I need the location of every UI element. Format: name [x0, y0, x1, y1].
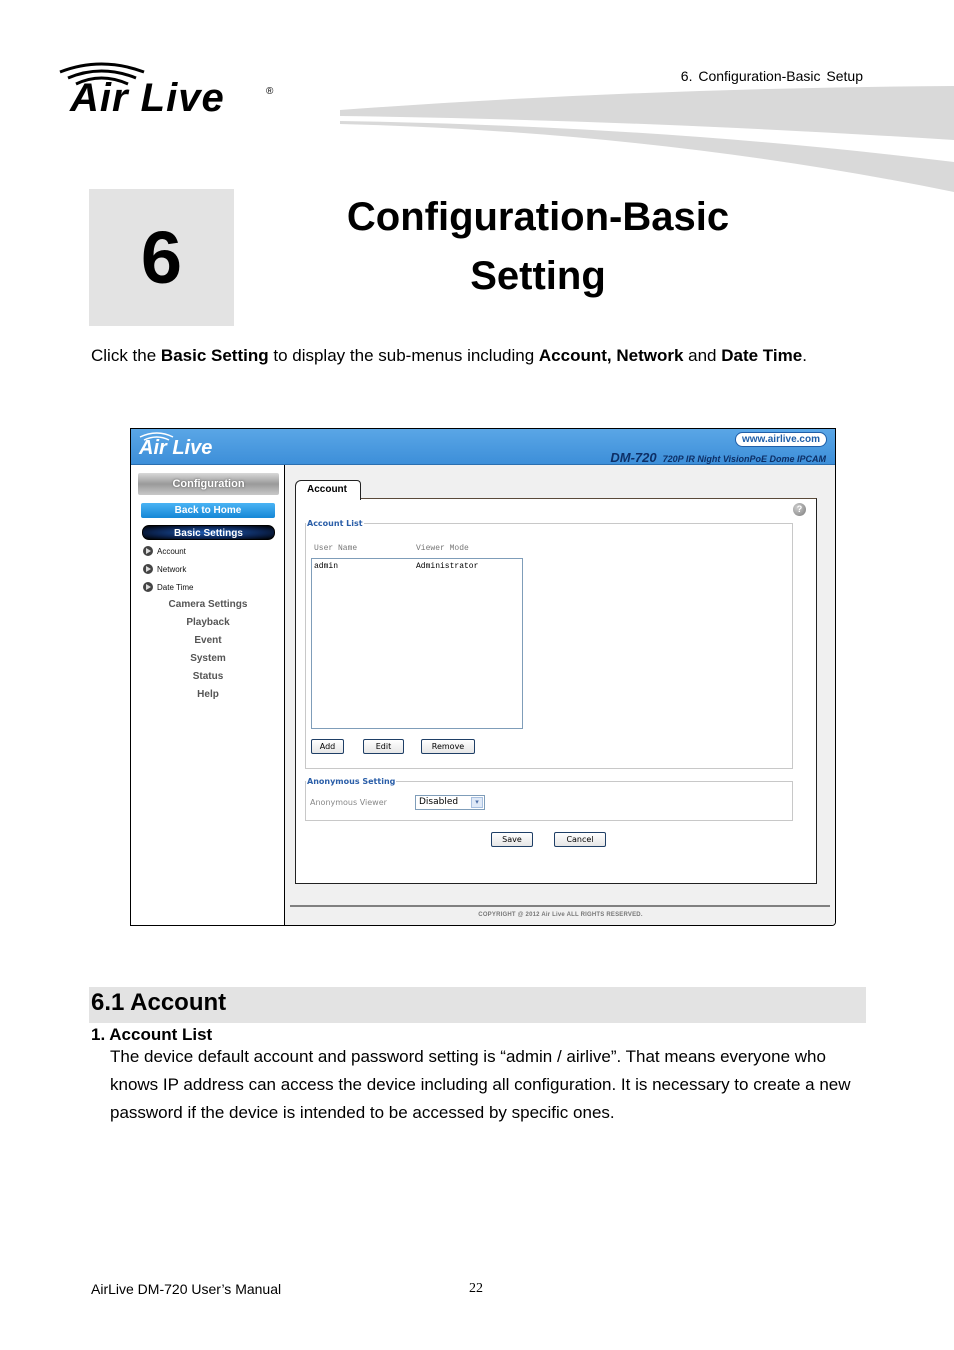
- sidebar-link-camera-settings[interactable]: Camera Settings: [131, 599, 285, 610]
- sidebar-link-system[interactable]: System: [131, 653, 285, 664]
- sidebar-item-account[interactable]: Account: [143, 545, 186, 557]
- remove-button[interactable]: Remove: [421, 739, 475, 754]
- intro-paragraph: Click the Basic Setting to display the s…: [91, 342, 863, 370]
- play-bullet-icon: [143, 546, 153, 556]
- registered-mark: ®: [266, 86, 274, 97]
- sidebar: Configuration Back to Home Basic Setting…: [131, 465, 285, 925]
- sidebar-configuration-header: Configuration: [138, 473, 279, 495]
- decorative-swoosh: [340, 86, 954, 192]
- edit-button[interactable]: Edit: [363, 739, 404, 754]
- web-ui-header: Air Live www.airlive.com DM-720 720P IR N…: [131, 429, 835, 465]
- anonymous-setting-group: Anonymous Setting Anonymous Viewer Disab…: [305, 777, 793, 821]
- intro-bold-account-network: Account, Network: [538, 346, 684, 365]
- sidebar-link-event[interactable]: Event: [131, 635, 285, 646]
- main-content: Account ? Account List User Name Viewer …: [286, 465, 835, 925]
- chapter-title: Configuration-Basic Setting: [240, 188, 836, 306]
- column-header-user-name: User Name: [314, 544, 358, 553]
- item-body-paragraph: The device default account and password …: [110, 1047, 851, 1122]
- cancel-button[interactable]: Cancel: [554, 832, 606, 847]
- chapter-number: 6: [89, 189, 234, 326]
- sidebar-item-date-time[interactable]: Date Time: [143, 581, 193, 593]
- model-description: 720P IR Night VisionPoE Dome IPCAM: [662, 454, 826, 464]
- help-icon[interactable]: ?: [793, 503, 806, 516]
- page-number: 22: [469, 1281, 483, 1296]
- sidebar-link-help[interactable]: Help: [131, 689, 285, 700]
- back-to-home-button[interactable]: Back to Home: [141, 503, 275, 518]
- anonymous-setting-legend: Anonymous Setting: [307, 777, 396, 786]
- sidebar-item-network[interactable]: Network: [143, 563, 186, 575]
- anonymous-viewer-value: Disabled: [419, 797, 459, 807]
- footer-divider: [290, 905, 830, 907]
- intro-text: .: [802, 346, 807, 365]
- model-name: DM-720: [610, 450, 657, 465]
- signal-waves-icon: [139, 432, 174, 441]
- chapter-title-line2: Setting: [470, 254, 606, 298]
- airlive-logo: Air Live ®: [56, 58, 286, 124]
- add-button[interactable]: Add: [311, 739, 344, 754]
- intro-text: and: [683, 346, 722, 365]
- intro-bold-basic-setting: Basic Setting: [160, 346, 269, 365]
- anonymous-viewer-label: Anonymous Viewer: [310, 798, 387, 807]
- intro-bold-date-time: Date Time: [721, 346, 803, 365]
- list-item-mode: Administrator: [416, 562, 479, 571]
- intro-text: Click the: [91, 346, 161, 365]
- section-heading-bar: 6.1 Account: [89, 987, 866, 1023]
- website-link[interactable]: www.airlive.com: [735, 432, 827, 447]
- brand-name: Air Live: [70, 76, 225, 120]
- sidebar-item-label: Account: [157, 546, 186, 556]
- account-panel: ? Account List User Name Viewer Mode adm…: [295, 498, 817, 884]
- section-title: 6.1 Account: [91, 989, 227, 1016]
- sidebar-item-label: Date Time: [157, 582, 194, 592]
- account-list-group: Account List User Name Viewer Mode admin…: [305, 519, 793, 769]
- save-button[interactable]: Save: [491, 832, 533, 847]
- chapter-title-line1: Configuration-Basic: [346, 195, 730, 239]
- web-ui-logo: Air Live: [139, 432, 212, 460]
- model-info: DM-720 720P IR Night VisionPoE Dome IPCAM: [610, 450, 826, 465]
- sidebar-item-label: Network: [157, 564, 187, 574]
- account-list-legend: Account List: [307, 519, 363, 528]
- copyright-text: COPYRIGHT @ 2012 Air Live ALL RIGHTS RES…: [478, 912, 643, 918]
- column-header-viewer-mode: Viewer Mode: [416, 544, 469, 553]
- sidebar-link-playback[interactable]: Playback: [131, 617, 285, 628]
- account-listbox[interactable]: admin Administrator: [311, 558, 523, 729]
- sidebar-link-status[interactable]: Status: [131, 671, 285, 682]
- manual-footer: AirLive DM-720 User’s Manual: [91, 1281, 282, 1297]
- play-bullet-icon: [143, 582, 153, 592]
- intro-text: to display the sub-menus including: [268, 346, 539, 365]
- web-ui-screenshot: Air Live www.airlive.com DM-720 720P IR N…: [130, 428, 836, 926]
- tab-account[interactable]: Account: [295, 480, 361, 500]
- play-bullet-icon: [143, 564, 153, 574]
- basic-settings-button[interactable]: Basic Settings: [142, 525, 275, 540]
- chevron-down-icon[interactable]: ▾: [471, 797, 483, 808]
- list-item-user: admin: [314, 562, 339, 571]
- item-heading: 1. Account List: [91, 1025, 213, 1044]
- anonymous-viewer-select[interactable]: Disabled ▾: [415, 795, 485, 810]
